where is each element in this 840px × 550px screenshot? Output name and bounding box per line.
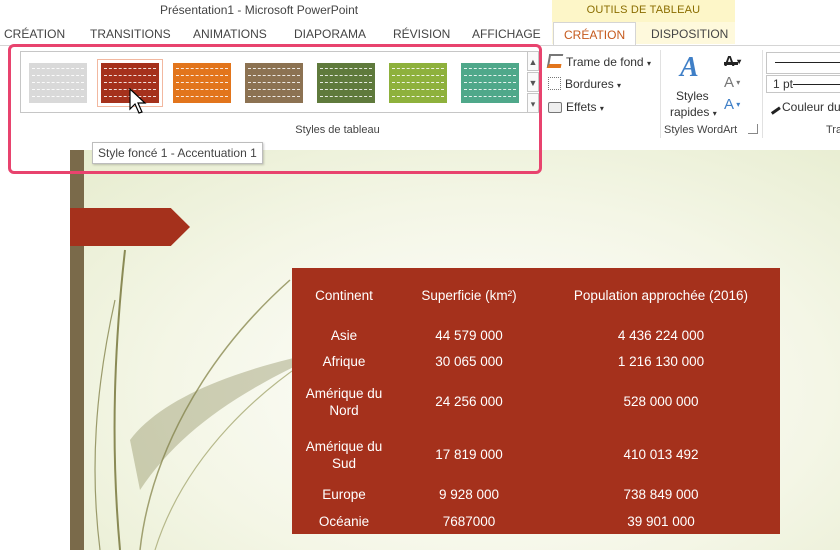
- borders-label: Bordures: [565, 77, 614, 91]
- table-header-cell: Continent: [315, 288, 373, 303]
- table-cell: 528 000 000: [623, 394, 699, 409]
- pen-style-dropdown[interactable]: [766, 52, 840, 74]
- tab-affichage[interactable]: AFFICHAGE: [472, 27, 541, 41]
- pen-color-label: Couleur du: [782, 100, 840, 114]
- pen-line-sample: [775, 62, 840, 63]
- table-cell: Océanie: [318, 514, 370, 529]
- wordart-a-icon: A: [680, 52, 699, 83]
- pen-weight-sample: [793, 84, 840, 85]
- context-tools-band: OUTILS DE TABLEAU: [552, 0, 735, 22]
- tab-revision[interactable]: RÉVISION: [393, 27, 450, 41]
- dialog-launcher-icon[interactable]: [748, 124, 758, 134]
- borders-button[interactable]: Bordures ▾: [548, 77, 621, 91]
- table-cell: 7687000: [442, 514, 496, 529]
- ribbon-tabs: CRÉATION TRANSITIONS ANIMATIONS DIAPORAM…: [0, 22, 840, 46]
- quick-styles-label-1: Styles: [676, 89, 709, 103]
- text-effects-icon[interactable]: A ▾: [724, 96, 740, 113]
- tab-creation[interactable]: CRÉATION: [4, 27, 65, 41]
- dropdown-arrow-icon: ▾: [599, 104, 604, 113]
- effects-button[interactable]: Effets ▾: [548, 100, 604, 114]
- shading-label: Trame de fond: [566, 55, 644, 69]
- borders-icon: [548, 77, 561, 90]
- effects-label: Effets: [566, 100, 597, 114]
- table-cell: 44 579 000: [435, 328, 503, 343]
- quick-styles-button[interactable]: A Styles rapides ▾: [666, 52, 718, 122]
- pen-weight-value: 1 pt: [773, 77, 794, 91]
- table-cell: 24 256 000: [435, 394, 503, 409]
- table-cell: 1 216 130 000: [617, 354, 705, 369]
- pen-color-button[interactable]: Couleur du: [765, 98, 840, 115]
- effects-icon: [548, 102, 562, 113]
- table-cell: Afrique: [322, 354, 366, 369]
- table-header-cell: Superficie (km²): [421, 288, 517, 303]
- window-title: Présentation1 - Microsoft PowerPoint: [160, 3, 359, 17]
- dropdown-arrow-icon: ▾: [617, 81, 622, 90]
- style-tooltip: Style foncé 1 - Accentuation 1: [92, 142, 263, 164]
- highlight-frame: [8, 44, 542, 174]
- tab-diaporama[interactable]: DIAPORAMA: [294, 27, 366, 41]
- table-cell: Amérique du Sud: [305, 439, 383, 471]
- table-cell: Amérique du Nord: [305, 386, 383, 418]
- pen-weight-dropdown[interactable]: 1 pt: [766, 75, 840, 93]
- table-cell: 9 928 000: [438, 487, 500, 502]
- ribbon-separator: [762, 50, 763, 138]
- table-header-cell: Population approchée (2016): [573, 288, 749, 303]
- context-tools-label: OUTILS DE TABLEAU: [586, 4, 701, 16]
- text-fill-color-bar: [724, 62, 738, 65]
- dropdown-arrow-icon: ▾: [646, 59, 651, 68]
- tab-disposition[interactable]: DISPOSITION: [651, 27, 728, 41]
- paint-bucket-icon: [546, 54, 564, 68]
- tab-animations[interactable]: ANIMATIONS: [193, 27, 267, 41]
- shading-button[interactable]: Trame de fond ▾: [546, 54, 651, 69]
- table-cell: Europe: [322, 487, 366, 502]
- pen-icon: [765, 98, 781, 115]
- text-outline-icon[interactable]: A ▾: [724, 74, 740, 91]
- table-cell: 39 901 000: [627, 514, 695, 529]
- table-cell: 738 849 000: [623, 487, 699, 502]
- table-cell: 410 013 492: [623, 447, 699, 462]
- tab-transitions[interactable]: TRANSITIONS: [90, 27, 171, 41]
- table-cell: 30 065 000: [435, 354, 503, 369]
- continents-table[interactable]: Continent Superficie (km²) Population ap…: [292, 268, 780, 534]
- table-cell: Asie: [330, 328, 358, 343]
- table-cell: 17 819 000: [435, 447, 503, 462]
- wordart-group-label: Styles WordArt: [664, 124, 738, 136]
- tab-table-creation[interactable]: CRÉATION: [553, 22, 637, 46]
- mouse-cursor-icon: [129, 88, 147, 114]
- ribbon-separator: [660, 50, 661, 138]
- quick-styles-label-2: rapides ▾: [670, 105, 717, 119]
- signpost-arrow: [70, 208, 190, 246]
- draw-borders-group-label: Tra: [826, 124, 840, 136]
- table-cell: 4 436 224 000: [617, 328, 705, 343]
